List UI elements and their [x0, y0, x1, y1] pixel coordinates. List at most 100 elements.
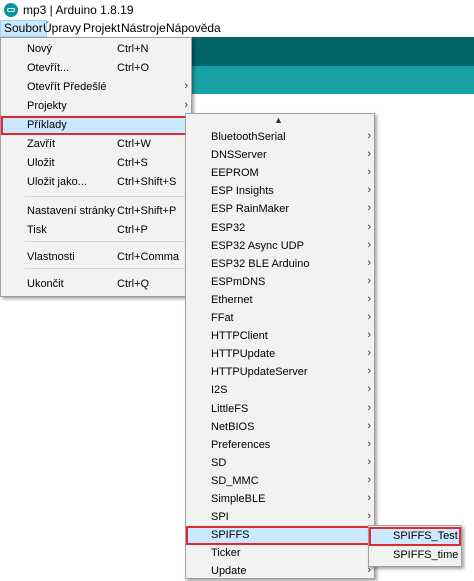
- file-menu-item-ulozit-jako[interactable]: Uložit jako... Ctrl+Shift+S: [1, 173, 191, 192]
- menu-item-label: Vlastnosti: [27, 251, 75, 263]
- menu-item-label: SimpleBLE: [211, 493, 266, 505]
- examples-item-ethernet[interactable]: Ethernet ›: [186, 291, 374, 310]
- chevron-right-icon: ›: [367, 329, 371, 342]
- menu-item-label: SPIFFS: [211, 529, 250, 542]
- menu-item-shortcut: Ctrl+O: [117, 62, 150, 74]
- examples-item-esp32[interactable]: ESP32 ›: [186, 219, 374, 238]
- menu-bar: Soubor Úpravy Projekt Nástroje Nápověda: [0, 20, 474, 37]
- menu-item-label: LittleFS: [211, 402, 249, 415]
- examples-item-esp32-async-udp[interactable]: ESP32 Async UDP ›: [186, 237, 374, 256]
- spiffs-item-spiffs-test[interactable]: SPIFFS_Test: [369, 527, 461, 546]
- menu-item-label: HTTPClient: [211, 330, 268, 343]
- menu-item-label: Projekty: [27, 100, 67, 112]
- chevron-right-icon: ›: [367, 347, 371, 360]
- examples-item-esp-rainmaker[interactable]: ESP RainMaker ›: [186, 200, 374, 219]
- menu-item-label: SD_MMC: [211, 474, 259, 487]
- examples-item-ticker[interactable]: Ticker›: [186, 544, 374, 563]
- spiffs-item-spiffs-time[interactable]: SPIFFS_time: [369, 546, 461, 565]
- menu-napoveda[interactable]: Nápověda: [163, 21, 224, 36]
- menu-item-shortcut: Ctrl+Comma: [117, 251, 180, 263]
- chevron-right-icon: ›: [367, 130, 371, 142]
- chevron-right-icon: ›: [367, 419, 371, 432]
- examples-item-simpleble[interactable]: SimpleBLE ›: [186, 490, 374, 509]
- menu-item-label: SPIFFS_time: [393, 549, 459, 561]
- examples-item-esp-insights[interactable]: ESP Insights ›: [186, 182, 374, 201]
- examples-item-bluetoothserial[interactable]: BluetoothSerial ›: [186, 128, 374, 147]
- menu-item-label: SPI: [211, 511, 229, 524]
- file-menu-item-priklady[interactable]: Příklady›: [1, 116, 191, 135]
- file-menu-item-ulozit[interactable]: Uložit Ctrl+S: [1, 154, 191, 173]
- menu-item-label: ESP32 BLE Arduino: [211, 257, 310, 270]
- file-menu-item-ukoncit[interactable]: Ukončit Ctrl+Q: [1, 275, 191, 294]
- chevron-right-icon: ›: [367, 437, 371, 450]
- examples-item-httpupdate[interactable]: HTTPUpdate ›: [186, 345, 374, 364]
- menu-item-label: Uložit jako...: [27, 176, 87, 188]
- examples-item-sd[interactable]: SD ›: [186, 454, 374, 473]
- menu-separator: [25, 268, 189, 269]
- menu-item-label: Preferences: [211, 438, 271, 451]
- menu-item-label: NetBIOS: [211, 420, 255, 433]
- menu-item-shortcut: Ctrl+Shift+P: [117, 205, 177, 217]
- examples-item-netbios[interactable]: NetBIOS ›: [186, 418, 374, 437]
- arduino-logo-icon: [4, 3, 18, 17]
- examples-item-eeprom[interactable]: EEPROM ›: [186, 164, 374, 183]
- file-menu-item-zavrit[interactable]: Zavřít Ctrl+W: [1, 135, 191, 154]
- chevron-right-icon: ›: [367, 238, 371, 251]
- file-menu-item-novy[interactable]: Nový Ctrl+N: [1, 40, 191, 59]
- chevron-right-icon: ›: [367, 292, 371, 305]
- examples-item-littlefs[interactable]: LittleFS ›: [186, 400, 374, 419]
- file-menu-item-otevrit-predesle[interactable]: Otevřít Předešlé ›: [1, 78, 191, 97]
- chevron-right-icon: ›: [367, 274, 371, 287]
- file-menu-item-projekty[interactable]: Projekty ›: [1, 97, 191, 116]
- examples-submenu: ▲ BluetoothSerial › DNSServer › EEPROM › ESP I…: [185, 113, 375, 579]
- menu-item-shortcut: Ctrl+N: [117, 43, 149, 55]
- examples-item-httpclient[interactable]: HTTPClient ›: [186, 327, 374, 346]
- examples-item-preferences[interactable]: Preferences ›: [186, 436, 374, 455]
- examples-item-spi[interactable]: SPI ›: [186, 508, 374, 527]
- examples-item-esp32-ble-arduino[interactable]: ESP32 BLE Arduino ›: [186, 255, 374, 274]
- file-menu-item-tisk[interactable]: Tisk Ctrl+P: [1, 221, 191, 240]
- file-menu-item-vlastnosti[interactable]: Vlastnosti Ctrl+Comma: [1, 248, 191, 267]
- menu-item-label: Otevřít Předešlé: [27, 81, 107, 93]
- menu-item-label: Ticker: [211, 547, 241, 560]
- examples-item-sd-mmc[interactable]: SD_MMC ›: [186, 472, 374, 491]
- chevron-right-icon: ›: [367, 365, 371, 378]
- menu-separator: [25, 241, 189, 242]
- scroll-up-arrow-icon[interactable]: ▲: [274, 115, 283, 125]
- menu-item-label: ESPmDNS: [211, 275, 266, 288]
- examples-item-spiffs[interactable]: SPIFFS›: [186, 526, 374, 546]
- menu-item-label: SD: [211, 456, 227, 469]
- file-menu-item-nastaveni-stranky[interactable]: Nastavení stránky Ctrl+Shift+P: [1, 202, 191, 221]
- menu-item-label: HTTPUpdateServer: [211, 366, 308, 379]
- menu-item-shortcut: Ctrl+S: [117, 157, 148, 169]
- examples-item-dnsserver[interactable]: DNSServer ›: [186, 146, 374, 165]
- examples-item-espmdns[interactable]: ESPmDNS ›: [186, 273, 374, 292]
- menu-nastroje[interactable]: Nástroje: [118, 21, 169, 36]
- chevron-right-icon: ›: [367, 311, 371, 323]
- file-menu-item-otevrit[interactable]: Otevřít... Ctrl+O: [1, 59, 191, 78]
- examples-item-update[interactable]: Update ›: [186, 562, 374, 581]
- menu-item-label: Nový: [27, 43, 53, 55]
- menu-item-label: Příklady: [27, 119, 67, 131]
- menu-item-label: I2S: [211, 384, 228, 397]
- menu-item-label: DNSServer: [211, 149, 267, 162]
- menu-item-label: FFat: [211, 312, 234, 324]
- menu-item-label: HTTPUpdate: [211, 348, 276, 361]
- chevron-right-icon: ›: [367, 220, 371, 233]
- menu-item-label: ESP RainMaker: [211, 203, 290, 216]
- examples-item-httpupdateserver[interactable]: HTTPUpdateServer ›: [186, 363, 374, 382]
- menu-upravy[interactable]: Úpravy: [40, 21, 84, 36]
- menu-item-label: Zavřít: [27, 138, 56, 150]
- menu-projekt[interactable]: Projekt: [80, 21, 123, 36]
- menu-item-shortcut: Ctrl+Shift+S: [117, 176, 177, 188]
- chevron-right-icon: ›: [367, 148, 371, 161]
- examples-item-i2s[interactable]: I2S ›: [186, 381, 374, 400]
- examples-item-ffat[interactable]: FFat ›: [186, 309, 374, 328]
- menu-item-label: BluetoothSerial: [211, 131, 286, 143]
- menu-item-label: ESP Insights: [211, 185, 274, 198]
- chevron-right-icon: ›: [367, 184, 371, 197]
- menu-item-shortcut: Ctrl+P: [117, 224, 148, 236]
- chevron-right-icon: ›: [367, 473, 371, 486]
- menu-item-label: SPIFFS_Test: [393, 530, 458, 542]
- menu-item-label: ESP32 Async UDP: [211, 239, 304, 252]
